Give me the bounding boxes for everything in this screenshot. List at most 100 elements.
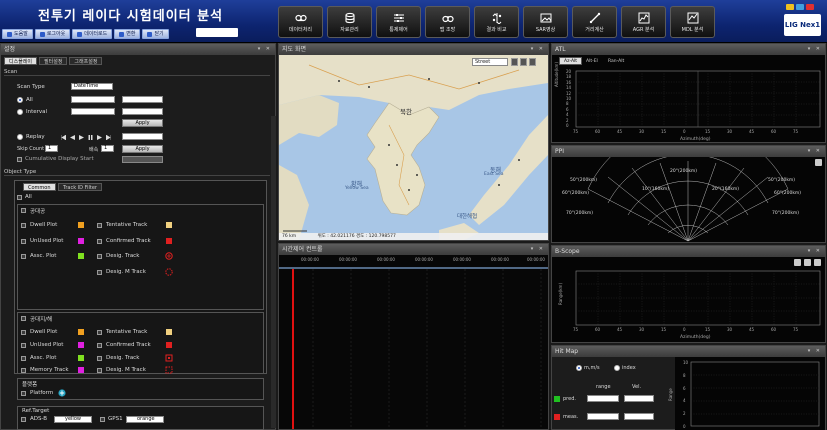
logout-button[interactable]: 로그아웃	[34, 29, 71, 39]
ppi-settings-button[interactable]	[815, 159, 822, 166]
load-button[interactable]: 데이터로드	[72, 29, 113, 39]
ground-memory-track-checkbox[interactable]	[21, 368, 26, 373]
ref-adsb-checkbox[interactable]	[21, 417, 26, 422]
bscope-settings-button[interactable]	[814, 259, 821, 266]
tab-display[interactable]: 디스플레이	[4, 57, 38, 65]
air-assc-plot-checkbox[interactable]	[21, 254, 26, 259]
tab-common[interactable]: Common	[23, 183, 56, 191]
close-button[interactable]: 닫기	[142, 29, 169, 39]
hitmap-pred-range-field[interactable]	[587, 395, 619, 402]
timeline-view[interactable]: 00:00:00 00:00:00 00:00:00 00:00:00 00:0…	[279, 255, 548, 429]
ground-dwell-plot-checkbox[interactable]	[21, 330, 26, 335]
tab-graph[interactable]: 그래프설정	[69, 57, 103, 65]
air-desig-track-checkbox[interactable]	[97, 254, 102, 259]
air-dwell-plot-checkbox[interactable]	[21, 223, 26, 228]
step-forward-icon[interactable]	[97, 135, 102, 140]
menu-control[interactable]: 통제제어	[376, 6, 421, 38]
air-desig-track-symbol-icon[interactable]	[165, 252, 173, 260]
ref-gps1-color-select[interactable]: orange	[126, 416, 164, 423]
bscope-plot[interactable]	[552, 257, 825, 342]
hitmap-plot[interactable]	[675, 357, 825, 430]
bscope-zoom-in-button[interactable]	[794, 259, 801, 266]
ground-desig-m-track-checkbox[interactable]	[97, 368, 102, 373]
ppi-panel-controls[interactable]: ▾ ✕	[808, 146, 822, 157]
air-unused-plot-swatch[interactable]	[78, 238, 84, 244]
menu-result-compare[interactable]: 결과 비교	[474, 6, 519, 38]
skip-count-select[interactable]: 1	[45, 145, 58, 152]
map-view[interactable]: 북한 황해 Yellow Sea 동해 East Sea 대한해협 Street…	[279, 55, 548, 240]
timeline-canvas[interactable]	[279, 255, 548, 429]
hitmap-unit-index-radio[interactable]	[614, 365, 620, 371]
air-group-checkbox[interactable]	[21, 208, 26, 213]
ground-confirmed-track-swatch[interactable]	[166, 342, 172, 348]
replay-time-field[interactable]	[122, 133, 163, 140]
ground-assc-plot-checkbox[interactable]	[21, 356, 26, 361]
convert-button[interactable]: 변환	[114, 29, 141, 39]
replay-apply-button[interactable]: Apply	[122, 145, 163, 153]
map-layer-select[interactable]: Street	[472, 58, 508, 66]
atl-panel-controls[interactable]: ▾ ✕	[808, 44, 822, 55]
scan-interval-start-field[interactable]	[71, 108, 115, 115]
ground-unused-plot-checkbox[interactable]	[21, 343, 26, 348]
minimize-button[interactable]	[786, 4, 794, 10]
maximize-button[interactable]	[796, 4, 804, 10]
time-panel-controls[interactable]: ▾ ✕	[531, 244, 545, 255]
scan-interval-radio[interactable]	[17, 109, 23, 115]
air-dwell-plot-swatch[interactable]	[78, 222, 84, 228]
tab-filter[interactable]: 필터설정	[39, 57, 68, 65]
air-desig-m-track-symbol-icon[interactable]	[165, 268, 173, 276]
ground-assc-plot-swatch[interactable]	[78, 355, 84, 361]
atl-plot[interactable]	[552, 55, 825, 142]
object-type-section-header[interactable]: Object Type	[4, 168, 270, 176]
platform-checkbox[interactable]	[21, 391, 26, 396]
menu-mdl-analysis[interactable]: MDL 분석	[670, 6, 715, 38]
ground-confirmed-track-checkbox[interactable]	[97, 343, 102, 348]
scan-all-start-field[interactable]	[71, 96, 115, 103]
bscope-zoom-out-button[interactable]	[804, 259, 811, 266]
ground-desig-track-checkbox[interactable]	[97, 356, 102, 361]
air-unused-plot-checkbox[interactable]	[21, 239, 26, 244]
ground-desig-m-track-symbol-icon[interactable]	[165, 366, 173, 374]
map-panel-controls[interactable]: ▾ ✕	[531, 44, 545, 55]
skip-back-icon[interactable]	[61, 135, 66, 140]
object-all-checkbox[interactable]	[17, 195, 22, 200]
menu-distance-calc[interactable]: 거리계산	[572, 6, 617, 38]
air-confirmed-track-checkbox[interactable]	[97, 239, 102, 244]
step-back-icon[interactable]	[70, 135, 75, 140]
help-button[interactable]: 도움말	[2, 29, 33, 39]
bscope-panel-controls[interactable]: ▾ ✕	[808, 246, 822, 257]
scan-type-select[interactable]: DateTime	[71, 83, 113, 90]
skip-forward-icon[interactable]	[106, 135, 111, 140]
air-desig-m-track-checkbox[interactable]	[97, 270, 102, 275]
tab-track-id-filter[interactable]: Track ID Filter	[58, 183, 102, 191]
map-home-button[interactable]	[529, 58, 536, 66]
replay-radio[interactable]	[17, 134, 23, 140]
hitmap-unit-mms-radio[interactable]	[576, 365, 582, 371]
close-window-button[interactable]	[806, 4, 814, 10]
cumulative-start-field[interactable]	[122, 156, 163, 163]
ground-tentative-track-swatch[interactable]	[166, 329, 172, 335]
menu-sar-image[interactable]: SAR영상	[523, 6, 568, 38]
hitmap-meas-vel-field[interactable]	[624, 413, 654, 420]
map-canvas[interactable]	[279, 55, 548, 240]
settings-scrollbar[interactable]	[271, 116, 276, 428]
ref-adsb-color-select[interactable]: yellow	[54, 416, 92, 423]
air-assc-plot-swatch[interactable]	[78, 253, 84, 259]
menu-agr-analysis[interactable]: AGR 분석	[621, 6, 666, 38]
hitmap-meas-range-field[interactable]	[587, 413, 619, 420]
ground-dwell-plot-swatch[interactable]	[78, 329, 84, 335]
timeline-cursor[interactable]	[292, 269, 294, 429]
scan-apply-button[interactable]: Apply	[122, 119, 163, 127]
platform-aircraft-icon[interactable]	[58, 389, 66, 397]
air-tentative-track-swatch[interactable]	[166, 222, 172, 228]
ref-gps1-checkbox[interactable]	[100, 417, 105, 422]
play-icon[interactable]	[79, 135, 84, 140]
ground-group-checkbox[interactable]	[21, 316, 26, 321]
scan-all-end-field[interactable]	[122, 96, 163, 103]
map-zoom-button[interactable]	[520, 58, 527, 66]
air-confirmed-track-swatch[interactable]	[166, 238, 172, 244]
ground-memory-track-swatch[interactable]	[78, 367, 84, 373]
hitmap-panel-controls[interactable]: ▾ ✕	[808, 346, 822, 357]
hitmap-pred-vel-field[interactable]	[624, 395, 654, 402]
menu-data-management[interactable]: 자료관리	[327, 6, 372, 38]
